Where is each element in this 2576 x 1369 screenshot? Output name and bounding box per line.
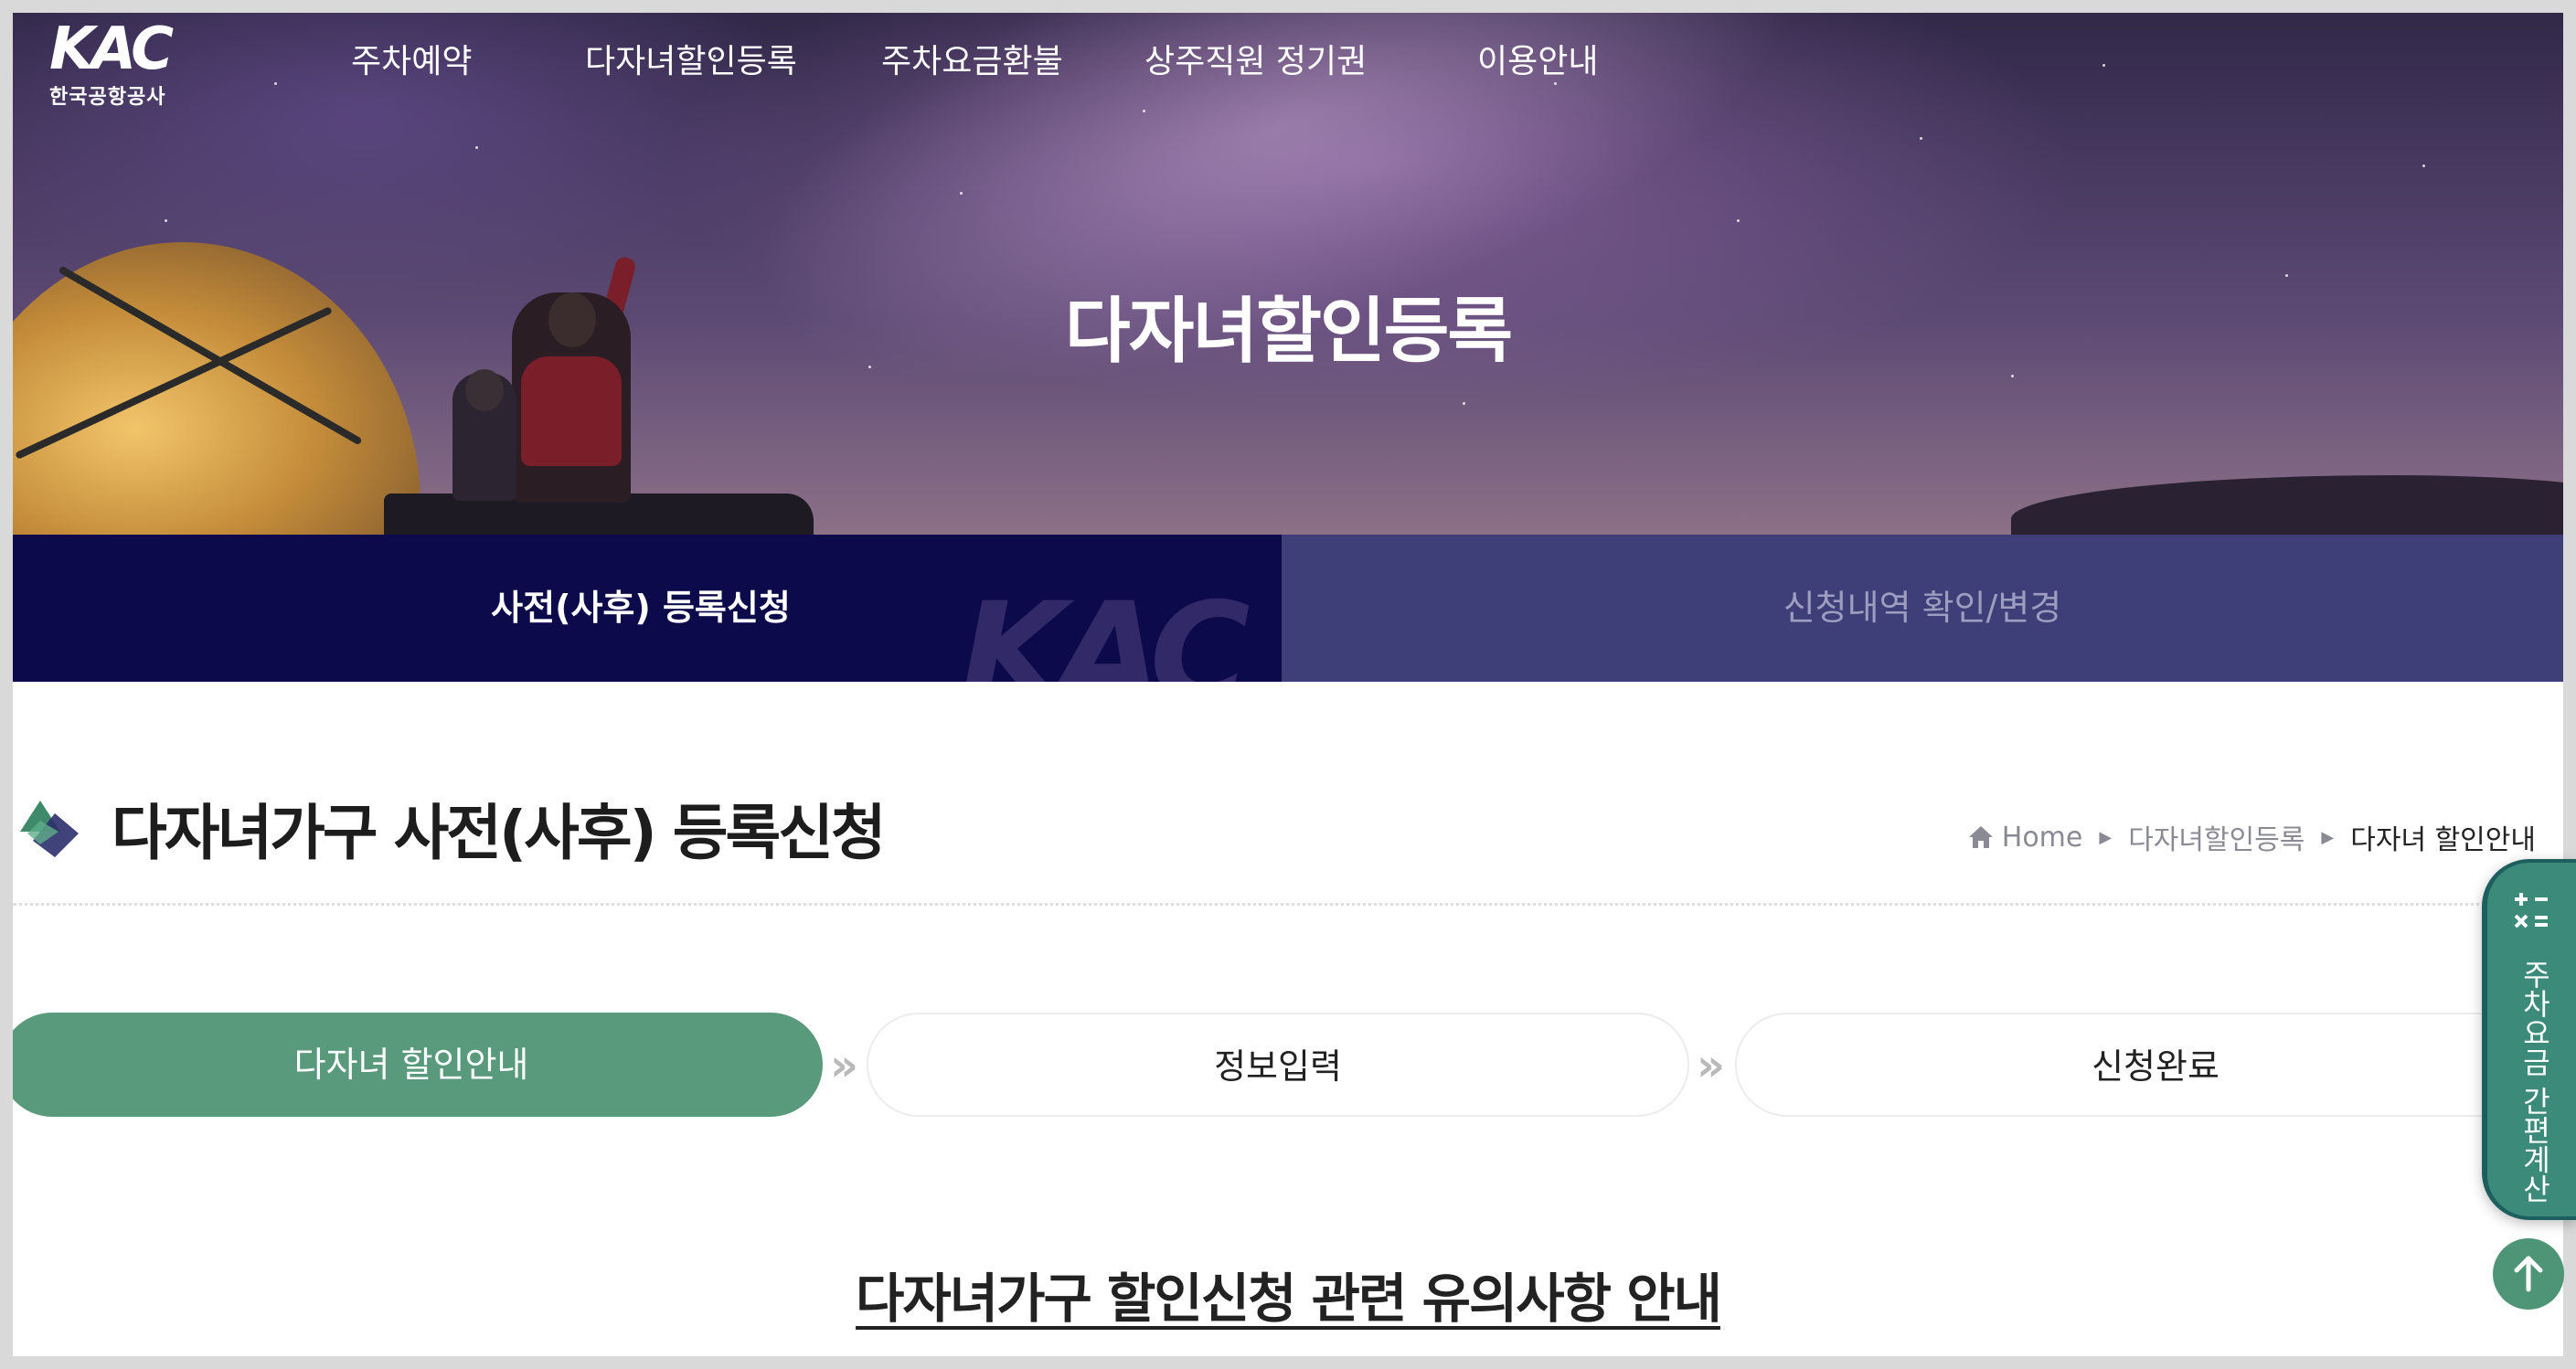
calculator-icon (2514, 893, 2548, 929)
sub-tabs: KAC 사전(사후) 등록신청 신청내역 확인/변경 (13, 535, 2563, 682)
step-indicator: 다자녀 할인안내 » 정보입력 » 신청완료 (13, 1000, 2563, 1119)
logo-text: 한국공항공사 (49, 86, 166, 109)
header-divider (13, 903, 2563, 906)
step-chevron-icon: » (1697, 1040, 1726, 1091)
page-title: 다자녀가구 사전(사후) 등록신청 (112, 798, 887, 868)
tab-label: 신청내역 확인/변경 (1783, 588, 2062, 628)
step-discount-guide: 다자녀 할인안내 (13, 1013, 823, 1117)
nav-item-parking-refund[interactable]: 주차요금환불 (881, 35, 1063, 82)
tab-pre-registration[interactable]: KAC 사전(사후) 등록신청 (13, 535, 1282, 682)
parking-fee-calculator-button[interactable]: 주차요금 간편계산 (2482, 859, 2576, 1220)
mountain-silhouette (2011, 475, 2563, 535)
step-chevron-icon: » (830, 1040, 859, 1091)
logo-mark: KAC (49, 16, 174, 83)
step-complete: 신청완료 (1735, 1013, 2563, 1117)
notice-heading: 다자녀가구 할인신청 관련 유의사항 안내 (13, 1256, 2563, 1332)
child-silhouette (452, 369, 516, 501)
tab-check-application[interactable]: 신청내역 확인/변경 (1282, 535, 2563, 682)
page-frame: KAC 한국공항공사 주차예약 다자녀할인등록 주차요금환불 상주직원 정기권 … (13, 13, 2563, 1356)
nav-item-usage-guide[interactable]: 이용안내 (1477, 35, 1598, 82)
page-header: 다자녀가구 사전(사후) 등록신청 Home ▶ 다자녀할인등록 ▶ 다자녀 할인안내 (13, 780, 2563, 908)
breadcrumb-current: 다자녀 할인안내 (2350, 824, 2536, 856)
nav-item-parking-reservation[interactable]: 주차예약 (351, 35, 472, 82)
hero-banner: KAC 한국공항공사 주차예약 다자녀할인등록 주차요금환불 상주직원 정기권 … (13, 13, 2563, 535)
home-icon (1968, 826, 1993, 848)
kac-logo[interactable]: KAC 한국공항공사 (49, 20, 205, 111)
breadcrumb-separator-icon: ▶ (2321, 827, 2335, 847)
breadcrumb-separator-icon: ▶ (2099, 827, 2113, 847)
nav-item-staff-pass[interactable]: 상주직원 정기권 (1144, 35, 1367, 82)
title-decor-icon (20, 801, 79, 857)
breadcrumb-home[interactable]: Home (2002, 822, 2083, 854)
notice-heading-text: 다자녀가구 할인신청 관련 유의사항 안내 (856, 1268, 1722, 1330)
step-info-input: 정보입력 (867, 1013, 1689, 1117)
hero-title: 다자녀할인등록 (1064, 291, 1513, 373)
nav-item-multichild-discount[interactable]: 다자녀할인등록 (585, 35, 797, 82)
breadcrumb-item[interactable]: 다자녀할인등록 (2128, 817, 2305, 857)
breadcrumb: Home ▶ 다자녀할인등록 ▶ 다자녀 할인안내 (1967, 817, 2536, 857)
arrow-up-icon (2514, 1256, 2543, 1292)
calculator-label: 주차요금 간편계산 (2517, 960, 2552, 1204)
tab-label: 사전(사후) 등록신청 (491, 588, 791, 628)
scroll-top-button[interactable] (2493, 1238, 2564, 1310)
tab-watermark: KAC (960, 574, 1251, 682)
